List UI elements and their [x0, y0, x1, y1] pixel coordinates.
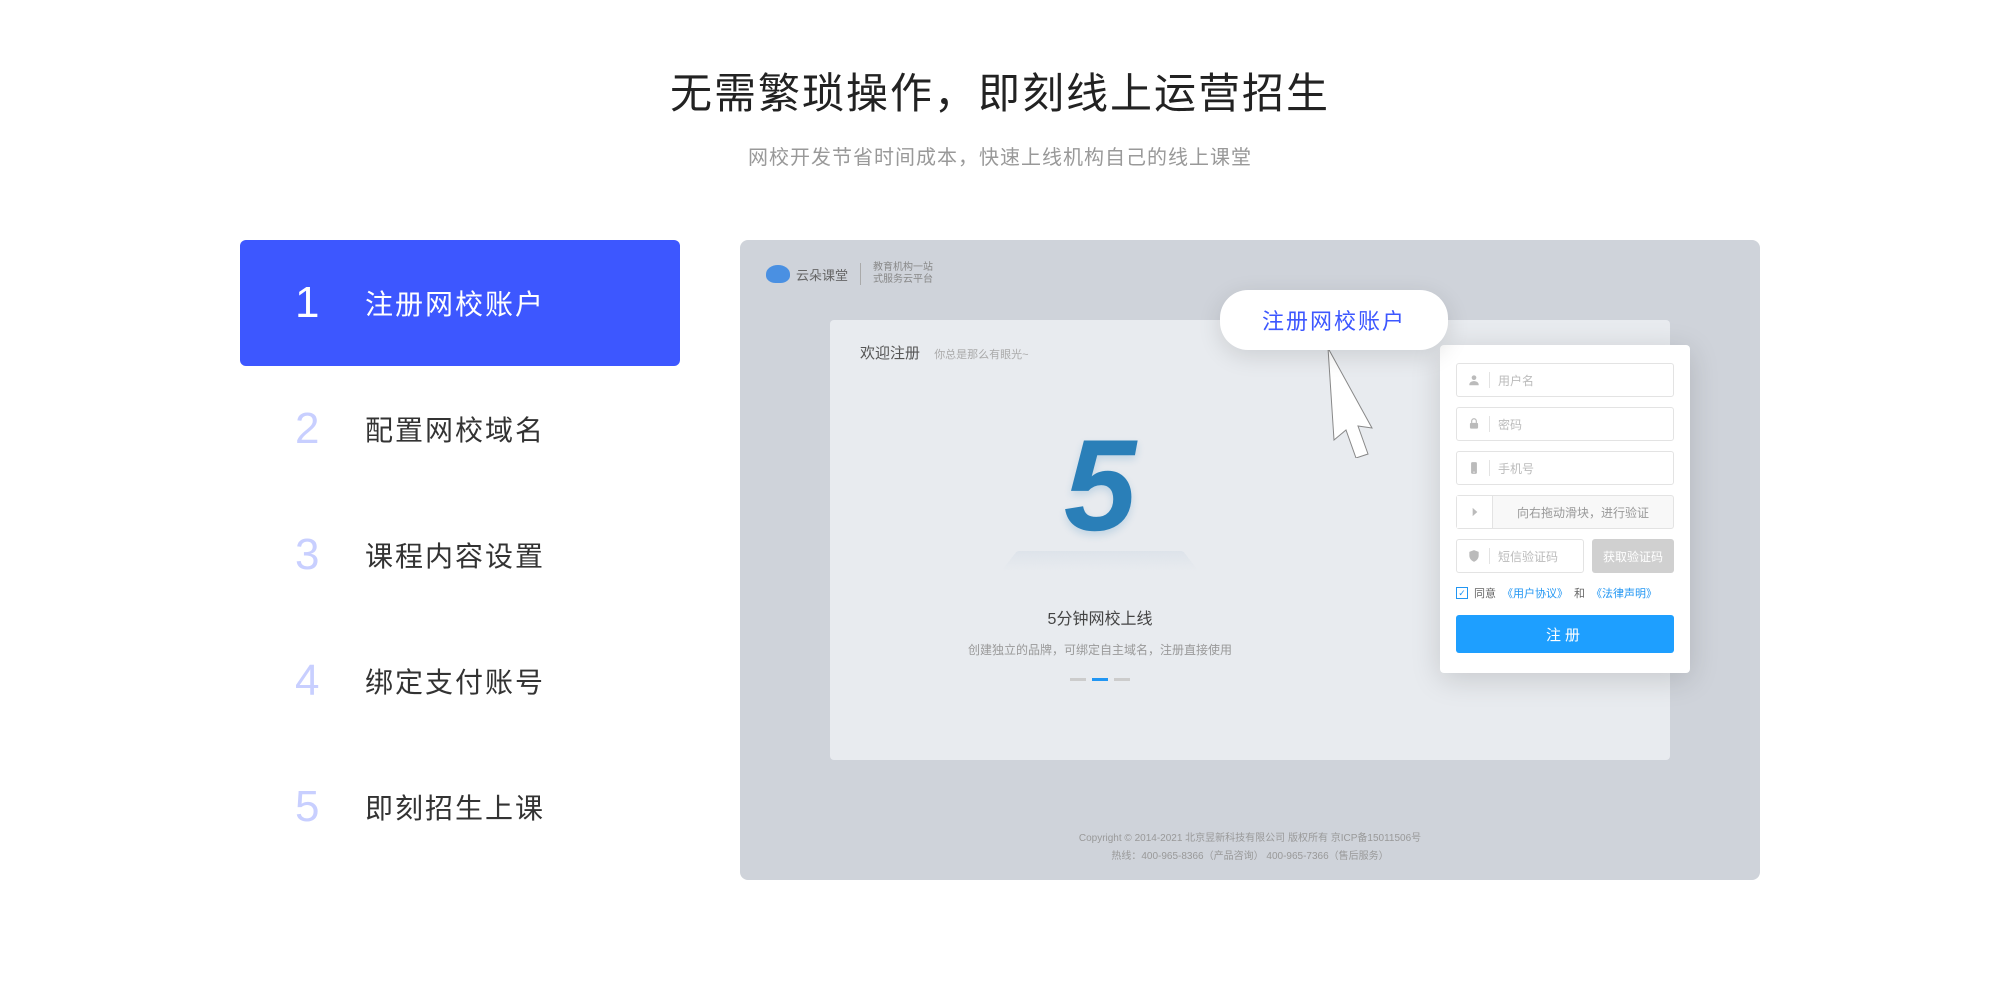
steps-panel: 1 注册网校账户 2 配置网校域名 3 课程内容设置 4 绑定支付账号 5 即刻…: [240, 240, 680, 880]
mock-header: 云朵课堂 教育机构一站 式服务云平台: [766, 262, 933, 286]
logo-sub-2: 式服务云平台: [873, 274, 933, 286]
step-4[interactable]: 4 绑定支付账号: [240, 618, 680, 744]
hotline: 热线：400-965-8366（产品咨询） 400-965-7366（售后服务）: [740, 848, 1760, 866]
center-desc: 创建独立的品牌，可绑定自主域名，注册直接使用: [880, 641, 1320, 658]
agreement-checkbox[interactable]: ✓: [1456, 587, 1468, 599]
step-1[interactable]: 1 注册网校账户: [240, 240, 680, 366]
copyright: Copyright © 2014-2021 北京昱新科技有限公司 版权所有 京I…: [740, 830, 1760, 848]
logo-text: 云朵课堂: [796, 265, 848, 284]
get-code-button[interactable]: 获取验证码: [1592, 539, 1674, 573]
divider: [860, 263, 861, 285]
step-label: 课程内容设置: [365, 535, 545, 575]
step-label: 注册网校账户: [365, 283, 545, 323]
password-field[interactable]: 密码: [1456, 407, 1674, 441]
username-field[interactable]: 用户名: [1456, 363, 1674, 397]
step-number: 3: [295, 530, 365, 580]
register-form: 用户名 密码 手机号 向右拖动滑块，进行验证: [1440, 345, 1690, 673]
placeholder: 手机号: [1498, 460, 1534, 477]
user-agreement-link[interactable]: 《用户协议》: [1502, 585, 1568, 601]
step-label: 即刻招生上课: [365, 787, 545, 827]
callout-bubble: 注册网校账户: [1220, 290, 1448, 350]
big-five-graphic: 5: [880, 420, 1320, 550]
dot-active[interactable]: [1092, 678, 1108, 681]
step-label: 绑定支付账号: [365, 661, 545, 701]
main-container: 1 注册网校账户 2 配置网校域名 3 课程内容设置 4 绑定支付账号 5 即刻…: [0, 240, 2000, 880]
welcome-title: 欢迎注册 你总是那么有眼光~: [860, 342, 1029, 363]
placeholder: 密码: [1498, 416, 1522, 433]
preview-panel: 云朵课堂 教育机构一站 式服务云平台 欢迎注册 你总是那么有眼光~ 已有账号？去…: [740, 240, 1760, 880]
step-number: 2: [295, 404, 365, 454]
step-number: 4: [295, 656, 365, 706]
legal-statement-link[interactable]: 《法律声明》: [1591, 585, 1657, 601]
welcome-subtitle: 你总是那么有眼光~: [934, 349, 1028, 361]
user-icon: [1467, 373, 1481, 387]
step-number: 1: [295, 278, 365, 328]
step-number: 5: [295, 782, 365, 832]
phone-icon: [1467, 461, 1481, 475]
agreement-row: ✓ 同意 《用户协议》 和 《法律声明》: [1456, 585, 1674, 601]
register-button[interactable]: 注册: [1456, 615, 1674, 653]
cloud-icon: [766, 265, 790, 283]
step-2[interactable]: 2 配置网校域名: [240, 366, 680, 492]
lock-icon: [1467, 417, 1481, 431]
sms-field[interactable]: 短信验证码: [1456, 539, 1584, 573]
shield-icon: [1467, 549, 1481, 563]
dot[interactable]: [1114, 678, 1130, 681]
center-title: 5分钟网校上线: [880, 605, 1320, 629]
slider-text: 向右拖动滑块，进行验证: [1493, 504, 1673, 521]
page-title: 无需繁琐操作，即刻线上运营招生: [0, 0, 2000, 121]
logo: 云朵课堂 教育机构一站 式服务云平台: [766, 262, 933, 286]
placeholder: 短信验证码: [1498, 548, 1558, 565]
page-subtitle: 网校开发节省时间成本，快速上线机构自己的线上课堂: [0, 141, 2000, 170]
slider-verify[interactable]: 向右拖动滑块，进行验证: [1456, 495, 1674, 529]
step-3[interactable]: 3 课程内容设置: [240, 492, 680, 618]
center-illustration: 5 5分钟网校上线 创建独立的品牌，可绑定自主域名，注册直接使用: [880, 390, 1320, 681]
step-5[interactable]: 5 即刻招生上课: [240, 744, 680, 870]
step-label: 配置网校域名: [365, 409, 545, 449]
carousel-dots: [880, 678, 1320, 681]
placeholder: 用户名: [1498, 372, 1534, 389]
mock-footer: Copyright © 2014-2021 北京昱新科技有限公司 版权所有 京I…: [740, 830, 1760, 866]
arrow-pointer-icon: [1320, 348, 1380, 463]
phone-field[interactable]: 手机号: [1456, 451, 1674, 485]
dot[interactable]: [1070, 678, 1086, 681]
slider-handle-icon[interactable]: [1457, 496, 1493, 528]
logo-sub-1: 教育机构一站: [873, 262, 933, 274]
